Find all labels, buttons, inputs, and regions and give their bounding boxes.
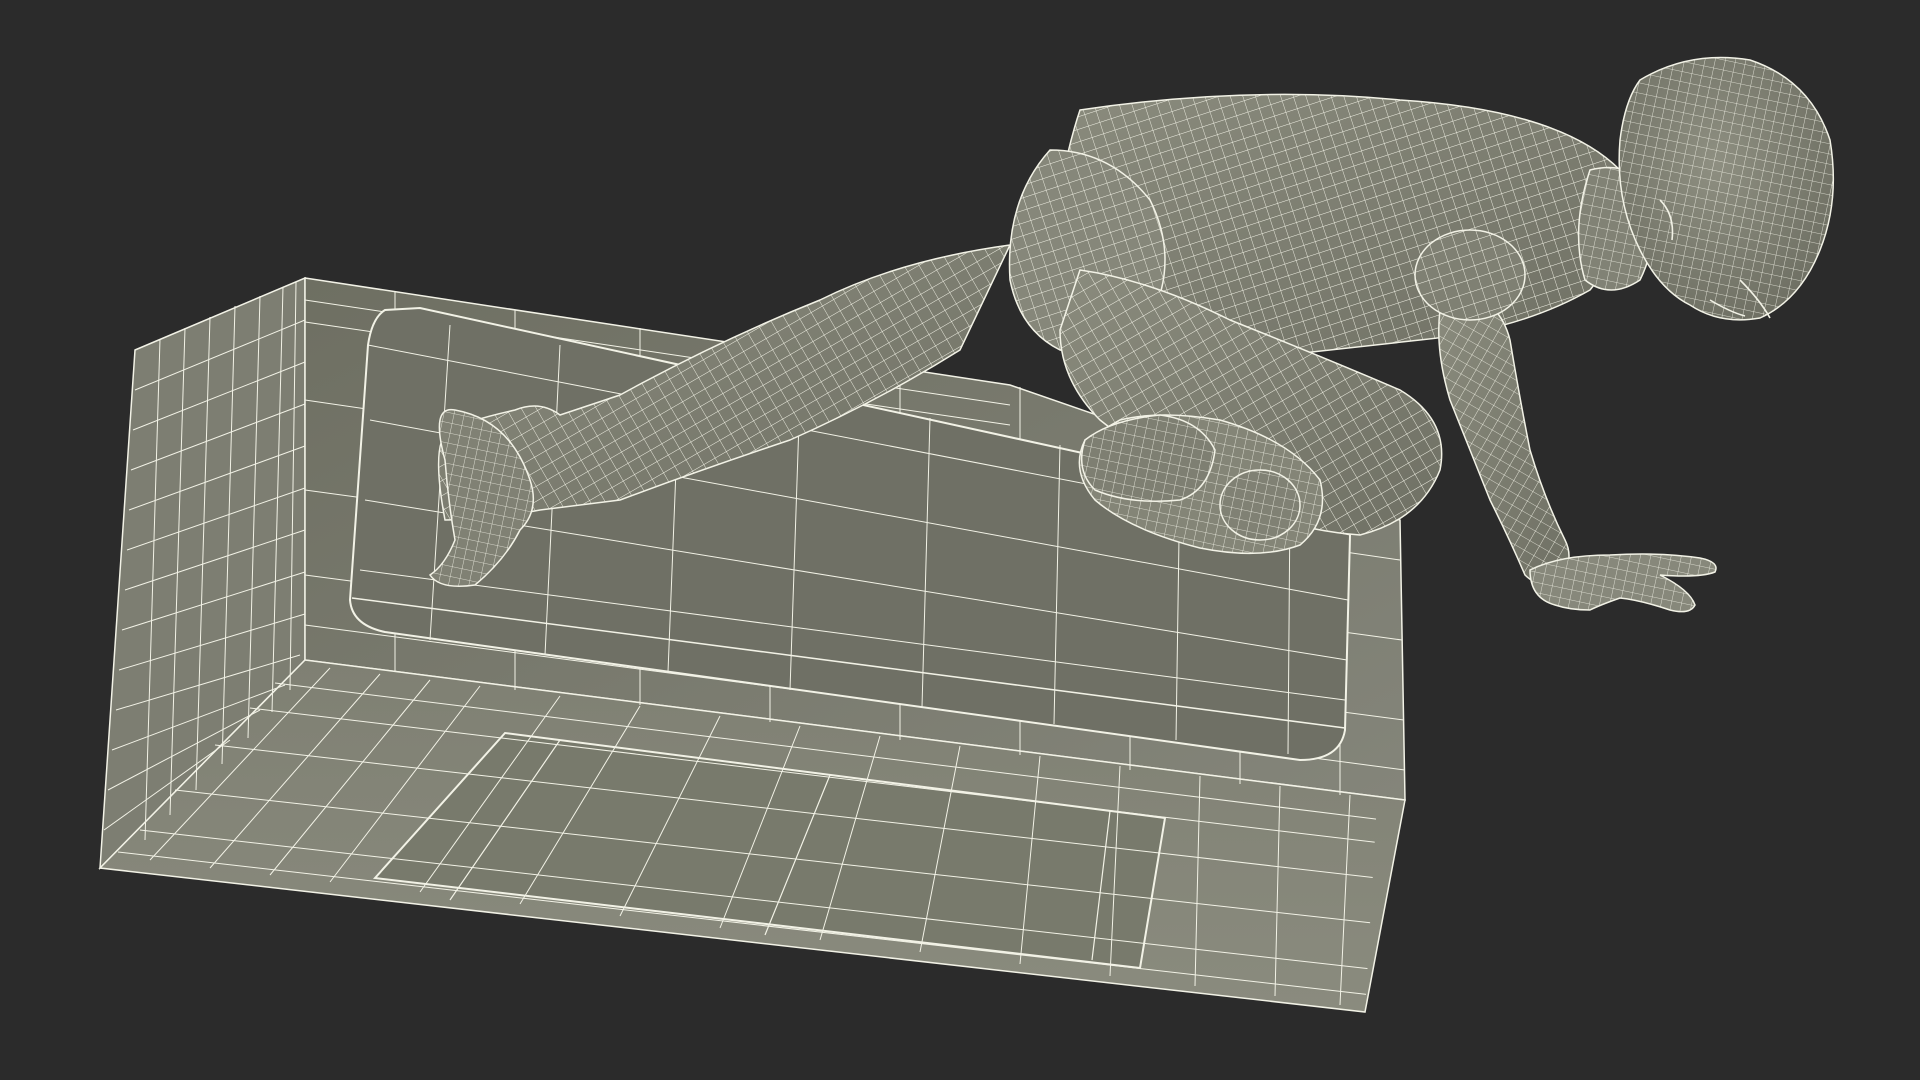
wireframe-render [98,56,1835,1013]
render-viewport [0,0,1920,1080]
